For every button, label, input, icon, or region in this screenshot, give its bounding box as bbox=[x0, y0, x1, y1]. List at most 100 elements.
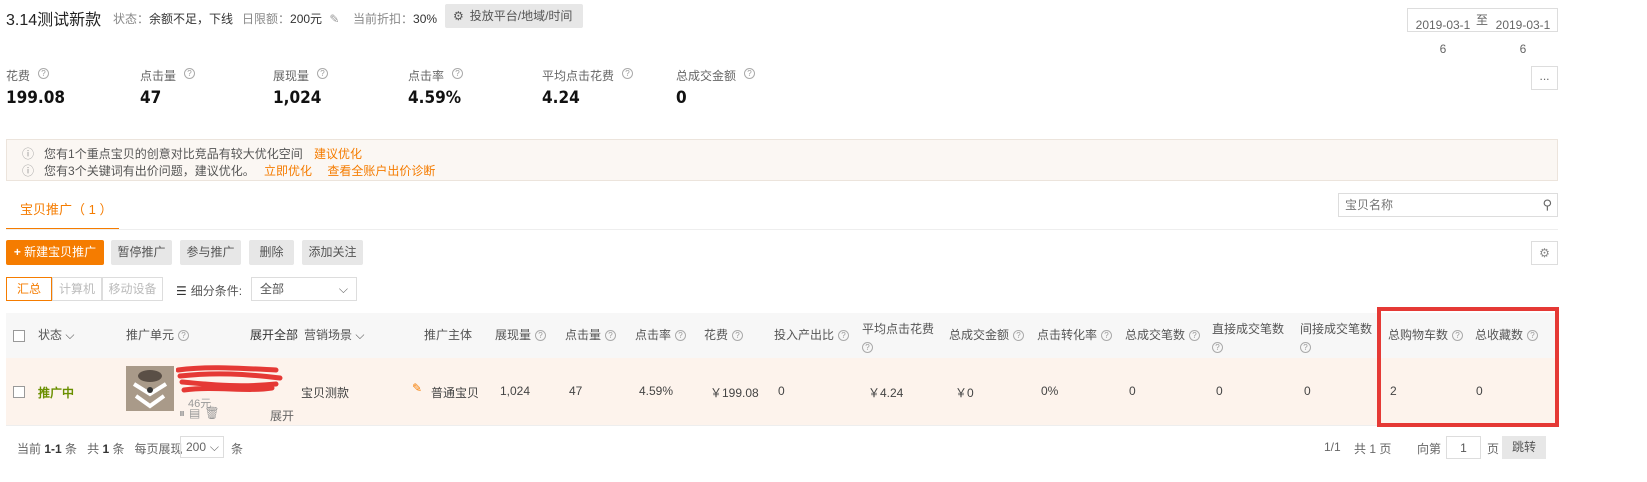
col-unit: 推广单元? bbox=[126, 326, 190, 343]
help-icon[interactable]: ? bbox=[184, 68, 195, 79]
page-suffix: 页 bbox=[1487, 442, 1500, 456]
date-start[interactable]: 2019-03-16 bbox=[1414, 13, 1472, 61]
help-icon[interactable]: ? bbox=[1013, 330, 1025, 342]
pause-icon[interactable]: ⏸ bbox=[179, 406, 189, 420]
new-promotion-button[interactable]: + 新建宝贝推广 bbox=[6, 240, 104, 265]
help-icon[interactable]: ? bbox=[838, 330, 850, 342]
goto-label: 向第 bbox=[1417, 442, 1442, 456]
col-cost[interactable]: 花费? bbox=[704, 326, 744, 343]
metric-value: 47 bbox=[140, 88, 162, 108]
help-icon[interactable]: ? bbox=[1101, 330, 1113, 342]
help-icon[interactable]: ? bbox=[178, 330, 190, 342]
follow-button[interactable]: 添加关注 bbox=[302, 240, 363, 265]
page-info: 1/1 bbox=[1324, 440, 1341, 454]
per-page-select[interactable]: 200 ⌵ bbox=[180, 436, 224, 458]
help-icon[interactable]: ? bbox=[317, 68, 328, 79]
row-direct-orders: 0 bbox=[1216, 384, 1223, 398]
segment-select[interactable]: 全部 ⌵ bbox=[251, 277, 357, 301]
budget-info: 日限额：200元 ✎ bbox=[242, 12, 340, 26]
row-indirect-orders: 0 bbox=[1304, 384, 1311, 398]
metric-value: 4.59% bbox=[408, 88, 462, 108]
filter-summary[interactable]: 汇总 bbox=[6, 277, 52, 301]
row-avg-cpc: ￥4.24 bbox=[868, 386, 904, 400]
search-input[interactable] bbox=[1339, 194, 1529, 216]
highlight-annotation-box bbox=[1377, 307, 1559, 427]
col-gmv[interactable]: 总成交金额? bbox=[949, 326, 1025, 343]
metric-label: 平均点击花费 bbox=[542, 69, 615, 83]
col-orders[interactable]: 总成交笔数? bbox=[1125, 326, 1201, 343]
metric-label: 点击量 bbox=[140, 69, 177, 83]
filter-computer[interactable]: 计算机 bbox=[52, 277, 102, 301]
row-checkbox[interactable] bbox=[13, 386, 25, 398]
help-icon[interactable]: ? bbox=[452, 68, 463, 79]
row-scene: 宝贝测款 bbox=[301, 386, 350, 400]
expand-all-link[interactable]: 展开全部 bbox=[250, 326, 298, 343]
metric-label: 总成交金额 bbox=[676, 69, 737, 83]
jump-button[interactable]: 跳转 bbox=[1502, 436, 1546, 459]
pages-total: 共 1 页 bbox=[1354, 442, 1392, 456]
info-icon: ⓘ bbox=[22, 147, 35, 161]
row-cvr: 0% bbox=[1041, 384, 1059, 398]
notice-line-2: ⓘ 您有3个关键词有出价问题，建议优化。 立即优化 查看全账户出价诊断 bbox=[22, 164, 436, 178]
link-optimize-now[interactable]: 立即优化 bbox=[264, 164, 312, 178]
help-icon[interactable]: ? bbox=[1212, 342, 1223, 354]
help-icon[interactable]: ? bbox=[732, 330, 744, 342]
more-button[interactable]: ... bbox=[1531, 66, 1558, 90]
filter-mobile[interactable]: 移动设备 bbox=[102, 277, 163, 301]
help-icon[interactable]: ? bbox=[1300, 342, 1311, 354]
edit-pencil-icon[interactable]: ✎ bbox=[329, 12, 339, 26]
col-avg-cpc[interactable]: 平均点击花费? bbox=[862, 320, 942, 356]
trash-icon[interactable]: 🗑 bbox=[204, 406, 223, 420]
discount-info: 当前折扣：30% bbox=[353, 12, 438, 26]
col-impressions[interactable]: 展现量? bbox=[495, 326, 547, 343]
join-button[interactable]: 参与推广 bbox=[180, 240, 241, 265]
row-orders: 0 bbox=[1129, 384, 1136, 398]
metric-value: 4.24 bbox=[542, 88, 580, 108]
product-thumbnail[interactable] bbox=[126, 366, 174, 411]
campaign-title: 3.14测试新款 bbox=[6, 12, 102, 29]
date-end[interactable]: 2019-03-16 bbox=[1494, 13, 1552, 61]
help-icon[interactable]: ? bbox=[622, 68, 633, 79]
search-icon[interactable]: ⚲ bbox=[1542, 197, 1552, 213]
chevron-down-icon: ⌵ bbox=[338, 282, 348, 296]
search-box[interactable]: ⚲ bbox=[1338, 193, 1558, 217]
list-icon: ☰ bbox=[176, 284, 187, 298]
col-indirect-orders[interactable]: 间接成交笔数? bbox=[1300, 320, 1385, 356]
platform-settings-button[interactable]: ⚙ 投放平台/地域/时间 bbox=[445, 4, 583, 28]
help-icon[interactable]: ? bbox=[862, 342, 873, 354]
metric-label: 花费 bbox=[6, 69, 31, 83]
link-suggest-optimize[interactable]: 建议优化 bbox=[314, 147, 362, 161]
settings-gear-icon[interactable]: ⚙ bbox=[1531, 241, 1558, 265]
col-direct-orders[interactable]: 直接成交笔数? bbox=[1212, 320, 1297, 356]
row-cost: ￥199.08 bbox=[710, 386, 759, 400]
pause-button[interactable]: 暂停推广 bbox=[111, 240, 172, 265]
col-cvr[interactable]: 点击转化率? bbox=[1037, 326, 1113, 343]
edit-pencil-icon[interactable]: ✎ bbox=[412, 381, 422, 395]
help-icon[interactable]: ? bbox=[675, 330, 687, 342]
help-icon[interactable]: ? bbox=[535, 330, 547, 342]
redacted-product-name bbox=[176, 365, 283, 393]
help-icon[interactable]: ? bbox=[605, 330, 617, 342]
copy-icon[interactable]: ▤ bbox=[189, 406, 204, 420]
chevron-down-icon: ⌵ bbox=[209, 440, 219, 454]
delete-button[interactable]: 删除 bbox=[249, 240, 294, 265]
help-icon[interactable]: ? bbox=[38, 68, 49, 79]
col-clicks[interactable]: 点击量? bbox=[565, 326, 617, 343]
row-roi: 0 bbox=[778, 384, 785, 398]
row-expand-link[interactable]: 展开 bbox=[270, 407, 294, 424]
goto-page-input[interactable] bbox=[1446, 436, 1481, 459]
tab-item-promotion[interactable]: 宝贝推广（ 1 ） bbox=[20, 199, 112, 218]
select-all-checkbox[interactable] bbox=[13, 330, 25, 342]
product-image bbox=[126, 366, 174, 411]
col-status[interactable]: 状态 ⌵ bbox=[38, 326, 74, 343]
col-roi[interactable]: 投入产出比? bbox=[774, 326, 850, 343]
col-subject: 推广主体 bbox=[424, 328, 473, 342]
metric-value: 199.08 bbox=[6, 88, 66, 108]
help-icon[interactable]: ? bbox=[744, 68, 755, 79]
link-bid-diagnosis[interactable]: 查看全账户出价诊断 bbox=[327, 164, 435, 178]
col-ctr[interactable]: 点击率? bbox=[635, 326, 687, 343]
col-scene[interactable]: 营销场景 ⌵ bbox=[304, 326, 364, 343]
chevron-down-icon: ⌵ bbox=[65, 328, 75, 342]
help-icon[interactable]: ? bbox=[1189, 330, 1201, 342]
row-actions: ⏸▤🗑 bbox=[179, 406, 224, 421]
